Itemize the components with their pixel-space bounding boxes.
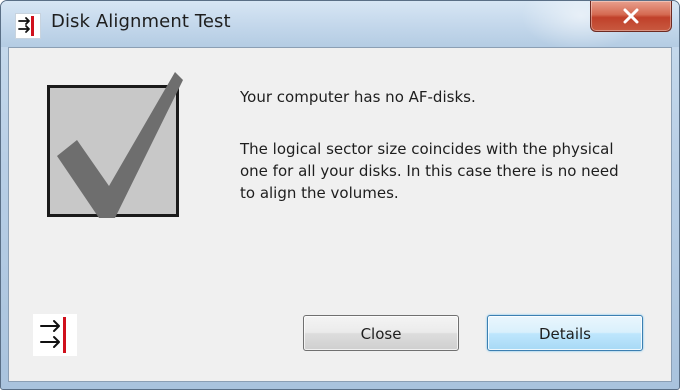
message-line: one for all your disks. In this case the…	[240, 162, 619, 180]
dialog-window: Disk Alignment Test Your computer has no…	[0, 0, 680, 390]
message-line: to align the volumes.	[240, 184, 399, 202]
close-x-icon	[623, 8, 639, 24]
details-button[interactable]: Details	[487, 315, 643, 351]
window-title: Disk Alignment Test	[51, 11, 231, 32]
headline-text: Your computer has no AF-disks.	[240, 88, 476, 106]
message-line: The logical sector size coincides with t…	[240, 140, 614, 158]
checkmark-icon	[57, 72, 183, 218]
arrows-into-bar-icon	[40, 317, 66, 353]
message-body: The logical sector size coincides with t…	[240, 138, 660, 204]
title-bar[interactable]: Disk Alignment Test	[1, 1, 679, 51]
window-close-button[interactable]	[590, 1, 672, 32]
app-icon[interactable]	[15, 13, 41, 39]
close-button[interactable]: Close	[303, 315, 459, 351]
dialog-content: Your computer has no AF-disks. The logic…	[8, 47, 672, 382]
footer-logo	[33, 314, 77, 356]
